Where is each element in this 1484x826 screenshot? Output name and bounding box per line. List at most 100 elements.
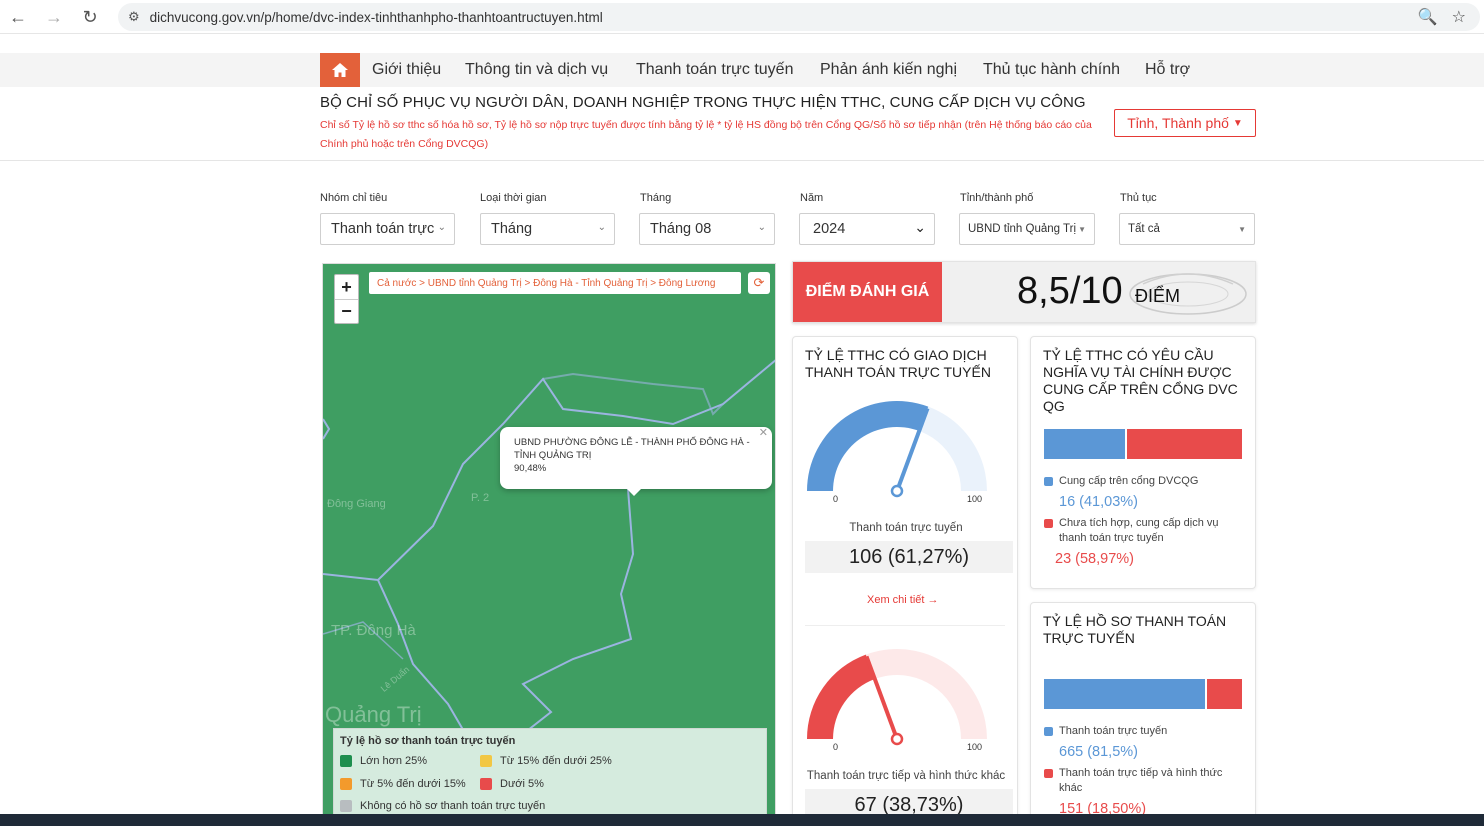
filter-thu-tuc[interactable]: Tất cả ▼ <box>1119 213 1255 245</box>
map-breadcrumb[interactable]: Cả nước > UBND tỉnh Quảng Trị > Đông Hà … <box>369 272 741 294</box>
filter-label-nam: Năm <box>800 192 824 204</box>
bar-segment-dvcqg <box>1044 429 1125 459</box>
province-button-label: Tỉnh, Thành phố <box>1127 115 1229 131</box>
filter-value: UBND tỉnh Quảng Trị <box>968 223 1077 235</box>
filter-thang[interactable]: Tháng 08 ⌄ <box>639 213 775 245</box>
map-popup: ✕ UBND PHƯỜNG ĐÔNG LỄ - THÀNH PHỐ ĐÔNG H… <box>500 427 772 496</box>
legend-row: Thanh toán trực tiếp và hình thức khác <box>1044 766 1244 796</box>
card-ho-so-thanh-toan: TỶ LỆ HỒ SƠ THANH TOÁN TRỰC TUYẾN Thanh … <box>1030 602 1256 826</box>
filter-value: Thanh toán trực <box>331 221 435 237</box>
legend-label: Thanh toán trực tuyến <box>1059 725 1168 737</box>
chevron-down-icon: ⌄ <box>914 219 926 235</box>
nav-item-thanh-toan[interactable]: Thanh toán trực tuyến <box>636 61 793 79</box>
legend-label: Dưới 5% <box>500 778 544 790</box>
zoom-in-button[interactable]: + <box>335 275 358 299</box>
legend-dot-blue <box>1044 727 1053 736</box>
gauge-online-payment <box>807 401 987 498</box>
stat-value-blue: 16 (41,03%) <box>1059 494 1138 510</box>
legend-swatch-4 <box>340 800 352 812</box>
gauge-offline-payment <box>807 649 987 746</box>
legend-dot-blue <box>1044 477 1053 486</box>
nav-item-ho-tro[interactable]: Hỗ trợ <box>1145 61 1190 79</box>
card-title: TỶ LỆ HỒ SƠ THANH TOÁN TRỰC TUYẾN <box>1043 613 1227 646</box>
legend-label: Lớn hơn 25% <box>360 755 428 767</box>
map-label: Đông Giang <box>327 498 386 510</box>
address-bar[interactable]: ⚙ dichvucong.gov.vn/p/home/dvc-index-tin… <box>118 3 1480 31</box>
chevron-down-icon: ⌄ <box>437 222 446 233</box>
home-button[interactable] <box>320 53 360 87</box>
nav-item-gioi-thieu[interactable]: Giới thiệu <box>372 61 441 79</box>
filter-label-thang: Tháng <box>640 192 672 204</box>
card-nghia-vu-tai-chinh: TỶ LỆ TTHC CÓ YÊU CẦU NGHĨA VỤ TÀI CHÍNH… <box>1030 336 1256 589</box>
bar-segment-chua-tich-hop <box>1127 429 1242 459</box>
score-value: 8,5/10 <box>1017 270 1123 312</box>
legend-label: Từ 15% đến dưới 25% <box>500 755 612 767</box>
caret-down-icon: ▼ <box>1232 117 1243 129</box>
back-icon[interactable]: ← <box>2 1 34 33</box>
filter-label-tinh: Tỉnh/thành phố <box>960 192 1034 204</box>
site-info-icon[interactable]: ⚙ <box>128 9 140 25</box>
legend-label: Không có hồ sơ thanh toán trực tuyến <box>360 800 546 812</box>
legend-dot-red <box>1044 769 1053 778</box>
filter-loai-thoi-gian[interactable]: Tháng ⌄ <box>480 213 615 245</box>
nav-item-phan-anh[interactable]: Phản ánh kiến nghị <box>820 61 957 79</box>
caret-down-icon: ▼ <box>1078 225 1086 234</box>
zoom-icon[interactable]: 🔍 <box>1418 7 1438 27</box>
score-label: ĐIỂM ĐÁNH GIÁ <box>793 262 942 322</box>
legend-item: Từ 15% đến dưới 25% <box>480 755 612 767</box>
legend-swatch-2 <box>340 778 352 790</box>
gauge1-min: 0 <box>833 494 839 504</box>
score-banner: ĐIỂM ĐÁNH GIÁ 8,5/10 ĐIỂM <box>792 261 1256 323</box>
chevron-down-icon: ⌄ <box>597 222 606 233</box>
legend-swatch-0 <box>340 755 352 767</box>
legend-item: Không có hồ sơ thanh toán trực tuyến <box>340 800 545 812</box>
filter-value: 2024 <box>813 221 846 237</box>
header-divider <box>0 160 1484 161</box>
bar-segment-truc-tiep <box>1207 679 1242 709</box>
legend-swatch-3 <box>480 778 492 790</box>
filter-nhom-chi-tieu[interactable]: Thanh toán trực ⌄ <box>320 213 455 245</box>
map-panel[interactable]: + − Cả nước > UBND tỉnh Quảng Trị > Đông… <box>322 263 776 826</box>
forward-icon[interactable]: → <box>38 1 70 33</box>
filter-nam[interactable]: 2024 ⌄ <box>799 213 935 245</box>
gauge2-min: 0 <box>833 742 839 752</box>
caret-down-icon: ▼ <box>1238 225 1246 234</box>
card-tthc-thanh-toan: TỶ LỆ TTHC CÓ GIAO DỊCH THANH TOÁN TRỰC … <box>792 336 1018 826</box>
gauge2-label: Thanh toán trực tiếp và hình thức khác <box>806 770 1006 782</box>
zoom-out-button[interactable]: − <box>335 299 358 323</box>
map-label: P. 2 <box>471 492 490 504</box>
nav-item-thong-tin[interactable]: Thông tin và dịch vụ <box>465 61 608 79</box>
zoom-control: + − <box>334 274 359 324</box>
legend-item: Dưới 5% <box>480 778 544 790</box>
legend-swatch-1 <box>480 755 492 767</box>
province-dropdown-button[interactable]: Tỉnh, Thành phố ▼ <box>1114 109 1256 137</box>
legend-item: Từ 5% đến dưới 15% <box>340 778 466 790</box>
popup-area-name: UBND PHƯỜNG ĐÔNG LỄ - THÀNH PHỐ ĐÔNG HÀ … <box>514 437 750 461</box>
os-taskbar <box>0 814 1484 826</box>
gauge-hub <box>890 484 904 498</box>
home-icon <box>332 63 348 77</box>
legend-row: Thanh toán trực tuyến <box>1044 724 1244 739</box>
view-detail-link[interactable]: Xem chi tiết → <box>867 594 939 606</box>
map-label: Quảng Trị <box>325 702 422 727</box>
close-icon[interactable]: ✕ <box>759 427 768 440</box>
refresh-icon[interactable]: ⟳ <box>748 272 770 294</box>
filter-value: Tháng 08 <box>650 221 712 237</box>
legend-row: Cung cấp trên cổng DVCQG <box>1044 474 1244 489</box>
map-label: TP. Đông Hà <box>331 622 416 639</box>
bookmark-star-icon[interactable]: ☆ <box>1452 7 1466 27</box>
legend-title: Tỷ lệ hồ sơ thanh toán trực tuyến <box>340 735 516 747</box>
gauge1-label: Thanh toán trực tuyến <box>849 522 963 534</box>
reload-icon[interactable]: ↻ <box>74 1 106 33</box>
score-unit: ĐIỂM <box>1135 286 1180 306</box>
filter-tinh-thanh-pho[interactable]: UBND tỉnh Quảng Trị ▼ <box>959 213 1095 245</box>
legend-row: Chưa tích hợp, cung cấp dịch vụ thanh to… <box>1044 516 1244 546</box>
nav-item-thu-tuc[interactable]: Thủ tục hành chính <box>983 61 1120 79</box>
gauge-hub <box>890 732 904 746</box>
legend-label: Cung cấp trên cổng DVCQG <box>1059 475 1199 487</box>
url-text: dichvucong.gov.vn/p/home/dvc-index-tinht… <box>149 9 603 25</box>
gauge1-max: 100 <box>967 494 983 504</box>
popup-value: 90,48% <box>514 463 547 474</box>
gauge1-value: 106 (61,27%) <box>805 541 1013 573</box>
filter-label-nhom: Nhóm chỉ tiêu <box>320 192 388 204</box>
